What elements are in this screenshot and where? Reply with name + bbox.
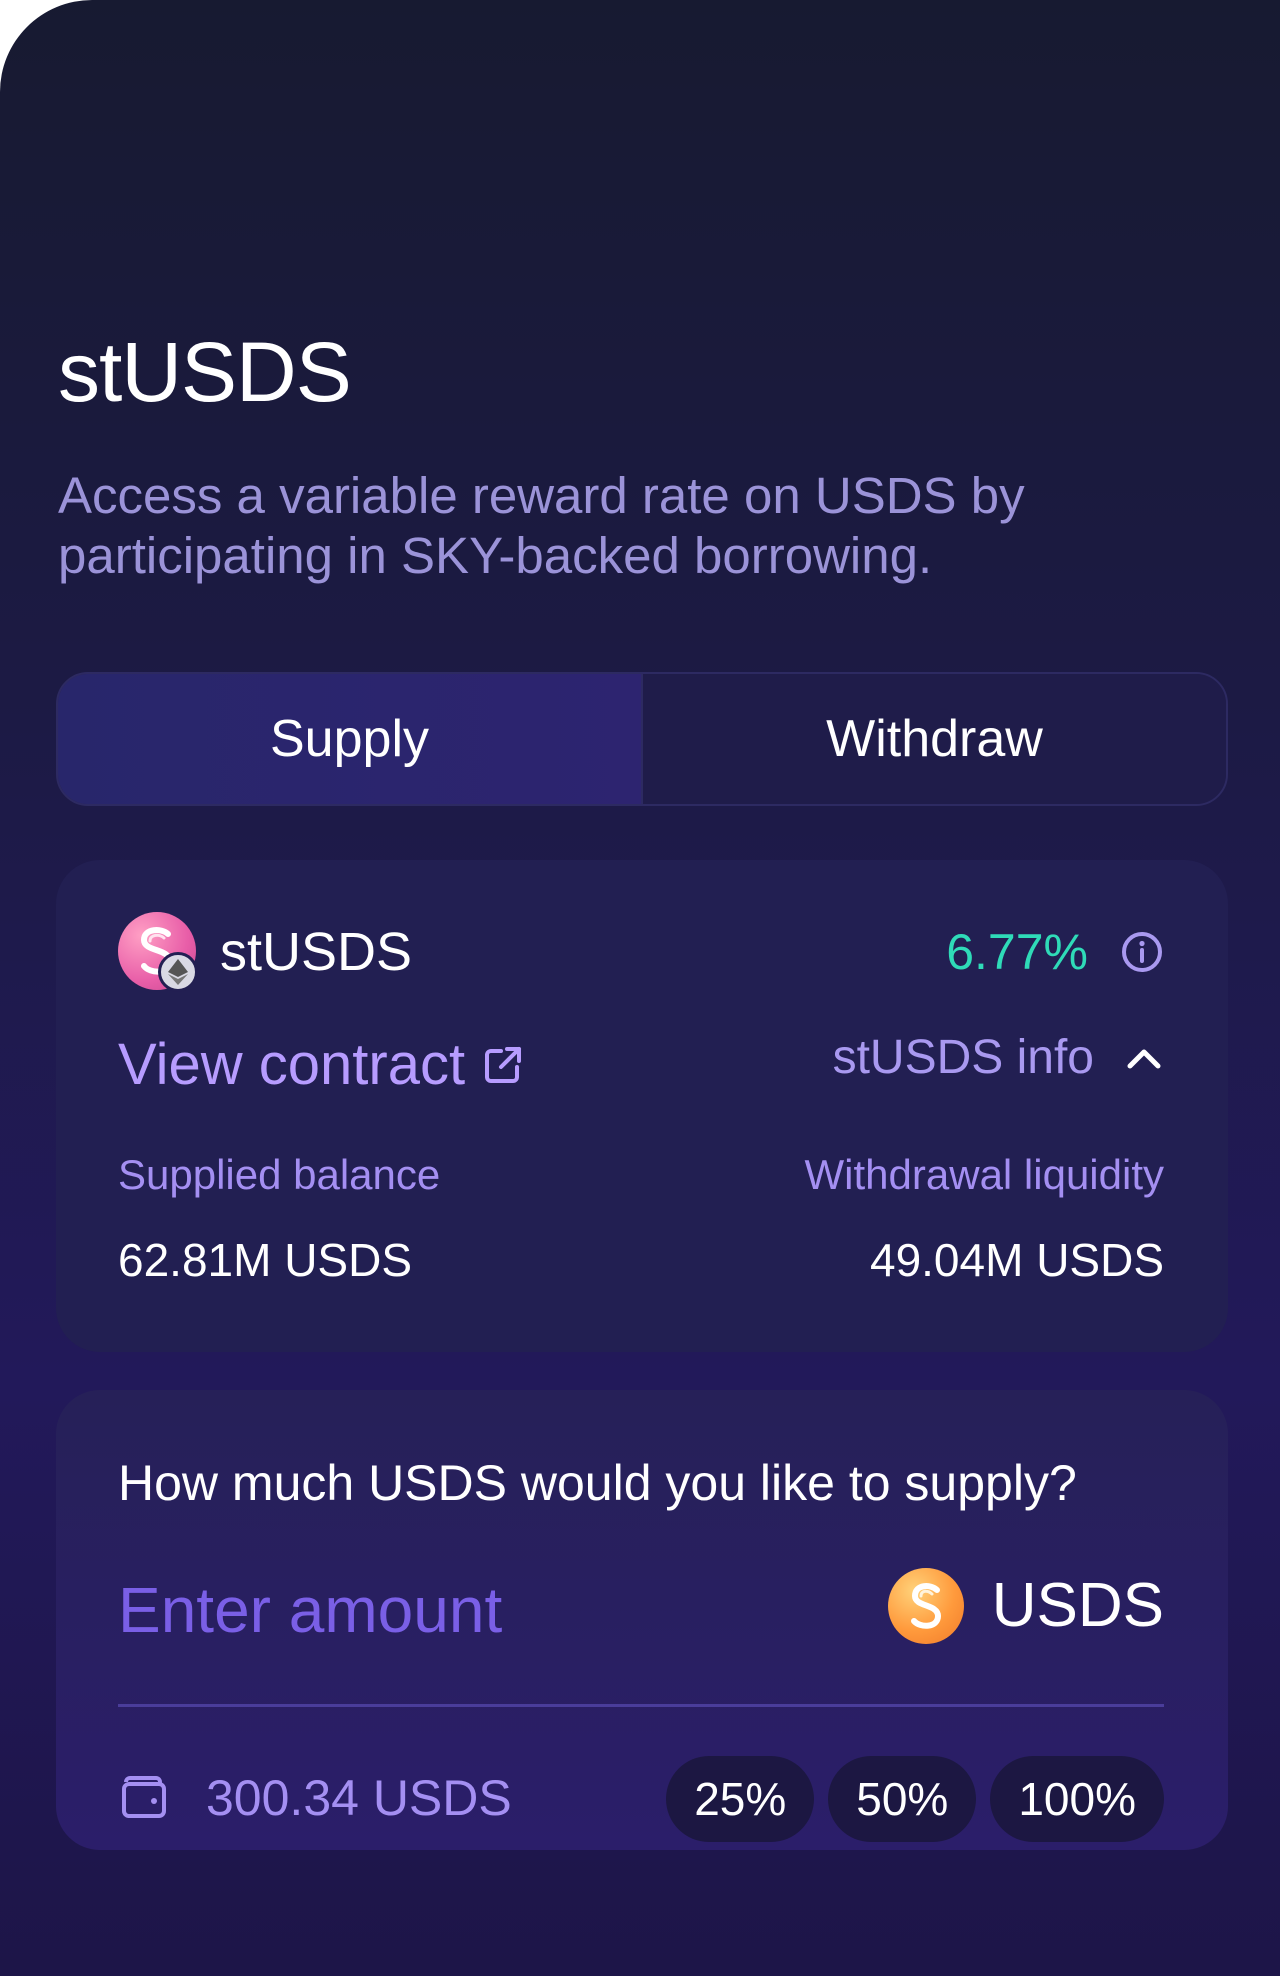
external-link-icon — [485, 1047, 522, 1083]
wallet-balance: 300.34 USDS — [206, 1770, 512, 1826]
ethereum-icon — [158, 952, 198, 992]
supply-input-card: How much USDS would you like to supply? … — [56, 1390, 1228, 1850]
stusds-logo-icon — [118, 912, 198, 992]
usds-logo-icon — [887, 1568, 964, 1644]
wallet-icon — [122, 1776, 166, 1818]
supply-question: How much USDS would you like to supply? — [118, 1455, 1077, 1511]
stusds-info-toggle[interactable]: stUSDS info — [833, 1028, 1164, 1088]
percent-buttons: 25% 50% 100% — [666, 1756, 1164, 1842]
tab-supply[interactable]: Supply — [58, 674, 641, 804]
info-icon[interactable] — [1120, 930, 1164, 974]
percent-100-button[interactable]: 100% — [990, 1756, 1164, 1842]
percent-25-button[interactable]: 25% — [666, 1756, 815, 1842]
divider — [118, 1704, 1164, 1707]
supplied-balance-value: 62.81M USDS — [118, 1234, 413, 1286]
tab-withdraw[interactable]: Withdraw — [641, 674, 1226, 804]
asset-selector[interactable]: USDS — [887, 1568, 1164, 1644]
reward-rate: 6.77% — [946, 924, 1088, 980]
percent-50-button[interactable]: 50% — [828, 1756, 977, 1842]
withdrawal-liquidity-label: Withdrawal liquidity — [804, 1151, 1164, 1198]
view-contract-link[interactable]: View contract — [118, 1030, 525, 1100]
token-name: stUSDS — [220, 922, 413, 982]
page-description: Access a variable reward rate on USDS by… — [58, 467, 1025, 584]
page-title: stUSDS — [58, 325, 352, 419]
supply-withdraw-tabs: Supply Withdraw — [56, 672, 1228, 806]
withdrawal-liquidity-value: 49.04M USDS — [869, 1234, 1164, 1286]
stusds-info-card: stUSDS 6.77% View contract stUSDS info S… — [56, 860, 1228, 1352]
stusds-panel: stUSDS Access a variable reward rate on … — [0, 0, 1280, 1976]
asset-name: USDS — [991, 1571, 1164, 1640]
supplied-balance-label: Supplied balance — [118, 1151, 441, 1198]
view-contract-label: View contract — [118, 1032, 466, 1097]
stusds-info-label: stUSDS info — [832, 1031, 1094, 1084]
amount-input[interactable] — [118, 1570, 758, 1650]
chevron-up-icon — [1127, 1049, 1161, 1069]
